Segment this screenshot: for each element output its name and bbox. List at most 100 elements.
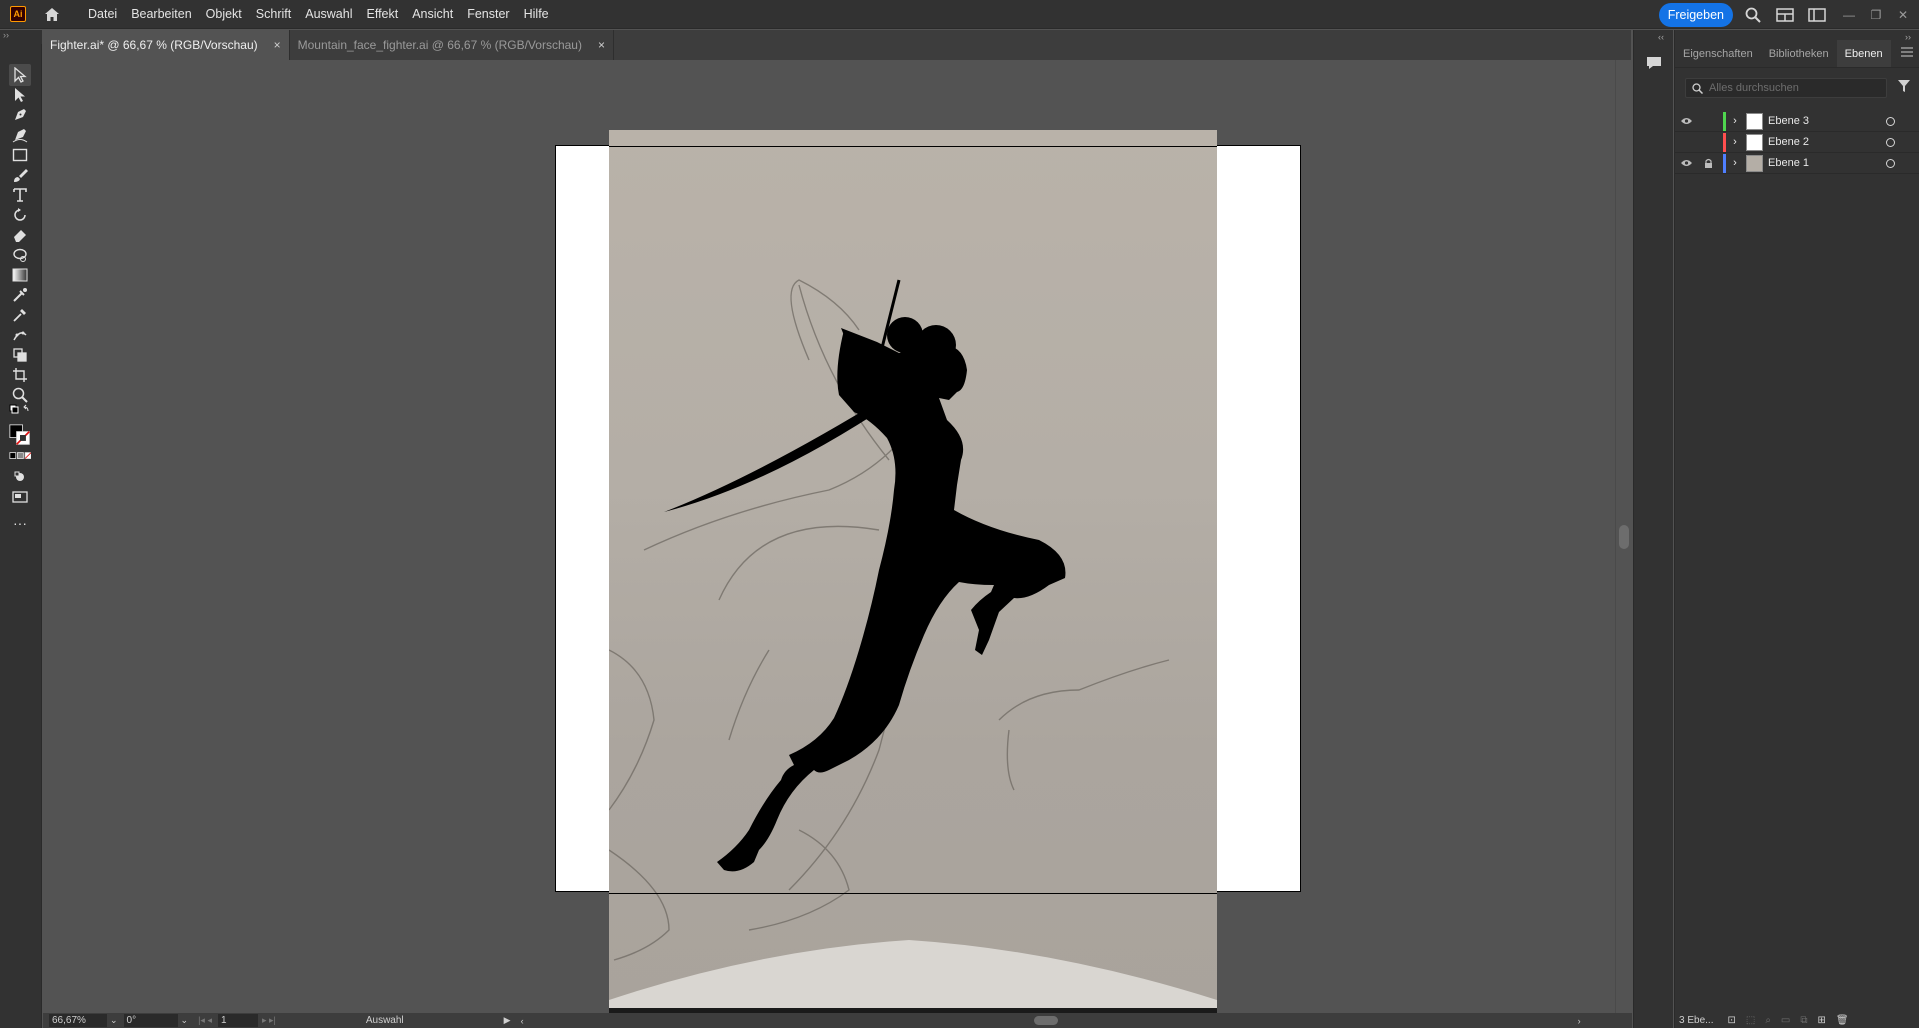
arrange-documents-icon[interactable] [1774, 4, 1796, 26]
menu-auswahl[interactable]: Auswahl [298, 0, 359, 29]
menu-datei[interactable]: Datei [81, 0, 124, 29]
layer-search-input[interactable] [1709, 82, 1869, 94]
minimize-icon[interactable]: — [1838, 4, 1860, 26]
collapse-right-icon[interactable]: ›› [1905, 32, 1911, 42]
layer-target-icon[interactable] [1886, 116, 1895, 126]
document-tabs: Fighter.ai* @ 66,67 % (RGB/Vorschau) × M… [42, 30, 1631, 60]
share-button[interactable]: Freigeben [1658, 2, 1733, 27]
layer-target-icon[interactable] [1886, 158, 1895, 168]
expand-chevron-icon[interactable]: › [1726, 136, 1744, 148]
artboard-nav-first-icon[interactable]: |◂ ◂ [198, 1015, 212, 1026]
color-mode-icons[interactable] [9, 450, 31, 462]
search-icon[interactable] [1742, 4, 1764, 26]
puppet-warp-tool-icon[interactable] [9, 324, 31, 346]
layer-name[interactable]: Ebene 3 [1768, 115, 1809, 127]
expand-chevron-icon[interactable]: › [1726, 115, 1744, 127]
layer-target-icon[interactable] [1886, 137, 1895, 147]
layer-row-ebene-2[interactable]: › Ebene 2 [1675, 132, 1919, 153]
zoom-dropdown-icon[interactable]: ⌄ [110, 1015, 118, 1026]
rectangle-tool-icon[interactable] [9, 144, 31, 166]
collapse-left-icon[interactable]: ‹‹ [1658, 32, 1664, 42]
visibility-eye-icon[interactable] [1675, 159, 1697, 167]
tab-eigenschaften[interactable]: Eigenschaften [1675, 40, 1761, 67]
menu-effekt[interactable]: Effekt [359, 0, 405, 29]
toolbar-collapse[interactable]: ›› [0, 30, 42, 44]
shape-builder-icon[interactable] [9, 344, 31, 366]
fill-stroke-swatch[interactable] [9, 422, 31, 448]
tab-close-icon[interactable]: × [274, 38, 281, 52]
tab-mountain-face-fighter[interactable]: Mountain_face_fighter.ai @ 66,67 % (RGB/… [290, 30, 614, 60]
filter-icon[interactable] [1897, 79, 1911, 98]
top-right-controls: Freigeben — ❐ ✕ [1658, 0, 1919, 29]
layer-row-ebene-1[interactable]: › Ebene 1 [1675, 153, 1919, 174]
close-window-icon[interactable]: ✕ [1892, 4, 1914, 26]
curvature-tool-icon[interactable] [9, 124, 31, 146]
layers-panel-footer: 3 Ebe... ⊡ ⬚ ⌕ ▭ ⧉ ⊞ 🗑 [1675, 1012, 1919, 1028]
rotate-tool-icon[interactable] [9, 204, 31, 226]
home-icon[interactable] [41, 3, 63, 25]
rotation-dropdown-icon[interactable]: ⌄ [181, 1015, 189, 1026]
tab-ebenen[interactable]: Ebenen [1836, 40, 1891, 67]
menu-bearbeiten[interactable]: Bearbeiten [124, 0, 198, 29]
draw-mode-icon[interactable] [9, 466, 31, 488]
vertical-scrollbar[interactable] [1615, 60, 1632, 1013]
screen-mode-icon[interactable] [9, 486, 31, 508]
expand-chevron-icon[interactable]: › [1726, 157, 1744, 169]
menu-fenster[interactable]: Fenster [460, 0, 516, 29]
layer-search-box[interactable] [1685, 78, 1887, 98]
zoom-field[interactable]: 66,67% [49, 1014, 107, 1027]
panel-menu-icon[interactable] [1901, 44, 1913, 62]
status-bar: 66,67% ⌄ 0° ⌄ |◂ ◂ 1 ▸ ▸| Auswahl ▶ ‹ › [43, 1013, 1632, 1028]
clipping-mask-icon[interactable]: ▭ [1781, 1015, 1790, 1026]
lasso-shape-tool-icon[interactable] [9, 244, 31, 266]
status-menu-icon[interactable]: ▶ [504, 1015, 511, 1026]
scrollbar-thumb[interactable] [1619, 525, 1629, 549]
selection-tool-icon[interactable] [9, 64, 31, 86]
lock-icon[interactable] [1697, 158, 1719, 168]
restore-icon[interactable]: ❐ [1865, 4, 1887, 26]
comment-icon[interactable] [1643, 52, 1665, 74]
rotation-field[interactable]: 0° [123, 1014, 178, 1027]
gradient-tool-icon[interactable] [9, 264, 31, 286]
tab-bibliotheken[interactable]: Bibliotheken [1761, 40, 1837, 67]
status-mode-label: Auswahl [365, 1015, 404, 1026]
canvas-area[interactable] [43, 60, 1615, 1013]
menu-objekt[interactable]: Objekt [199, 0, 249, 29]
new-layer-icon[interactable]: ⊞ [1818, 1015, 1826, 1026]
pen-tool-icon[interactable] [9, 104, 31, 126]
hscroll-right-icon[interactable]: › [1578, 1016, 1581, 1026]
export-icon[interactable]: ⬚ [1746, 1015, 1755, 1026]
layer-name[interactable]: Ebene 2 [1768, 136, 1809, 148]
hscroll-left-icon[interactable]: ‹ [521, 1016, 524, 1026]
paintbrush-tool-icon[interactable] [9, 164, 31, 186]
layer-name[interactable]: Ebene 1 [1768, 157, 1809, 169]
delete-layer-icon[interactable]: 🗑 [1836, 1015, 1849, 1026]
layer-row-ebene-3[interactable]: › Ebene 3 [1675, 111, 1919, 132]
main-menu: Datei Bearbeiten Objekt Schrift Auswahl … [81, 0, 556, 29]
locate-object-icon[interactable]: ⌕ [1765, 1015, 1771, 1026]
workspace-switcher-icon[interactable] [1806, 4, 1828, 26]
eyedropper-tool-icon[interactable] [9, 304, 31, 326]
floor-shape [609, 940, 1217, 1013]
tab-fighter[interactable]: Fighter.ai* @ 66,67 % (RGB/Vorschau) × [42, 30, 290, 60]
menu-schrift[interactable]: Schrift [249, 0, 298, 29]
eraser-tool-icon[interactable] [9, 224, 31, 246]
visibility-eye-icon[interactable] [1675, 117, 1697, 125]
layer-search-row [1685, 78, 1911, 98]
default-colors-icon[interactable] [9, 402, 31, 418]
new-sublayer-icon[interactable]: ⧉ [1800, 1015, 1807, 1026]
menu-hilfe[interactable]: Hilfe [517, 0, 556, 29]
app-logo: Ai [10, 6, 26, 22]
artboard-nav-last-icon[interactable]: ▸ ▸| [262, 1015, 276, 1026]
direct-selection-tool-icon[interactable] [9, 84, 31, 106]
hscroll-thumb[interactable] [1033, 1016, 1058, 1025]
eyedropper-blend-icon[interactable] [9, 284, 31, 306]
layer-list: › Ebene 3 › Ebene 2 › Ebene 1 [1675, 111, 1919, 174]
artboard-layer-icon[interactable]: ⊡ [1727, 1015, 1735, 1026]
type-tool-icon[interactable] [9, 184, 31, 206]
more-tools-icon[interactable]: ··· [9, 512, 31, 534]
artboard-number-field[interactable]: 1 [217, 1014, 258, 1027]
menu-ansicht[interactable]: Ansicht [405, 0, 460, 29]
artboard-tool-icon[interactable] [9, 364, 31, 386]
tab-close-icon[interactable]: × [598, 38, 605, 52]
